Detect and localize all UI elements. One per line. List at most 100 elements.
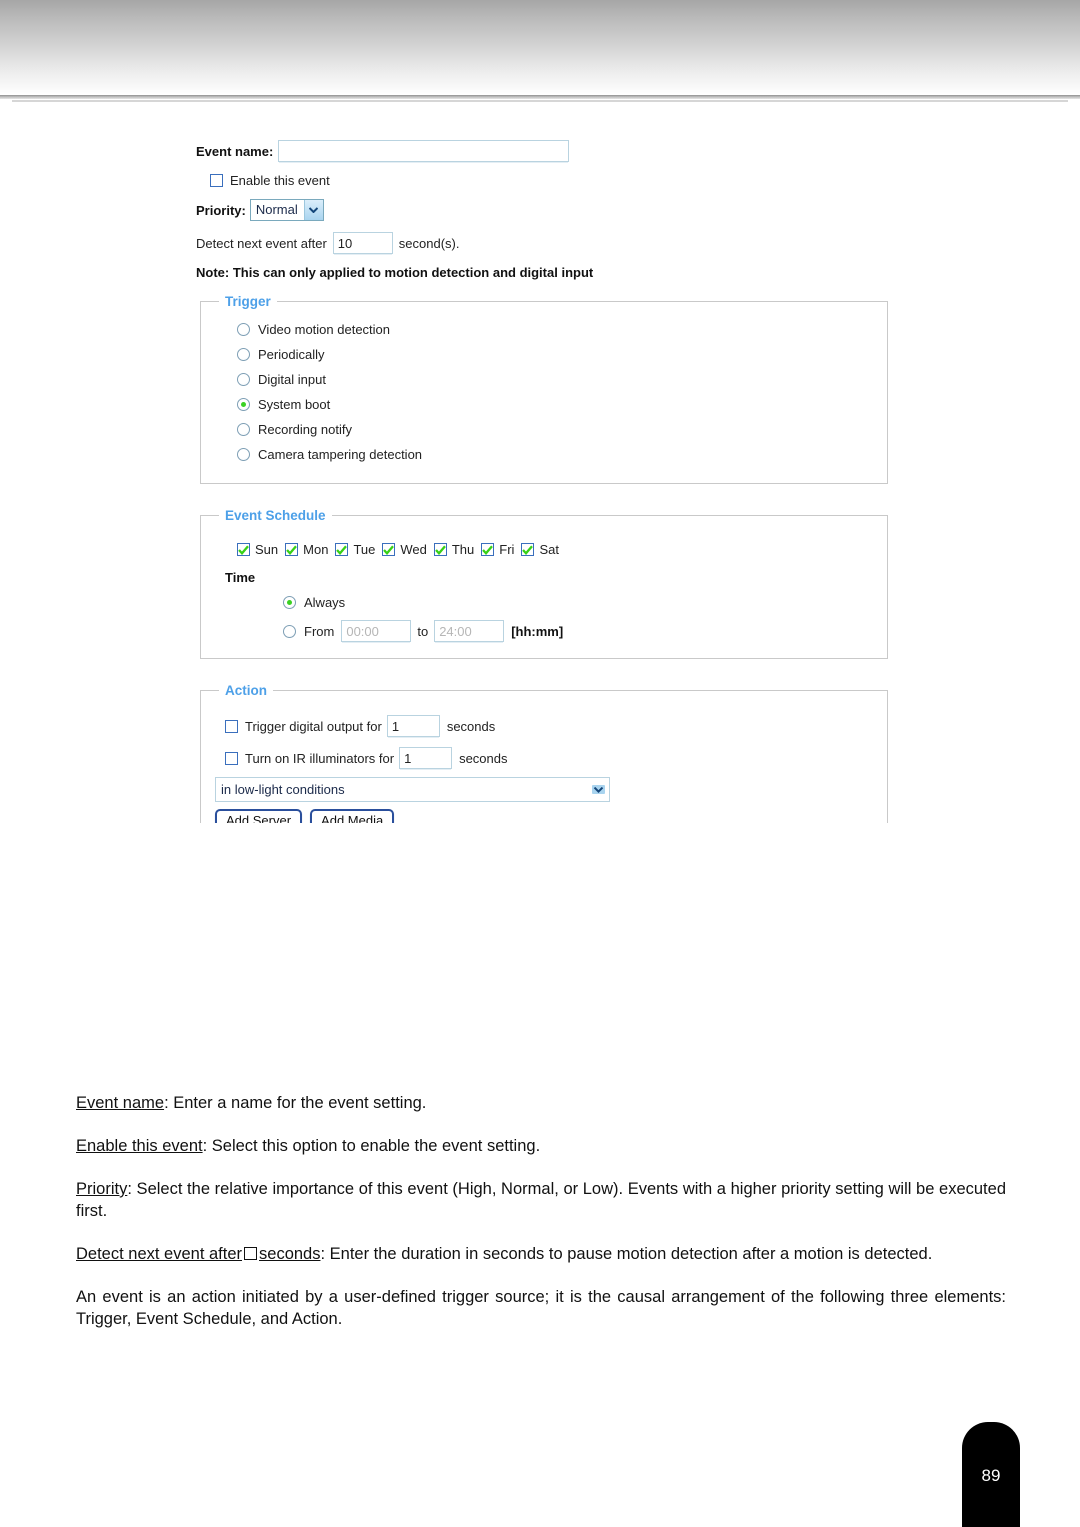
from-label: From [304, 623, 335, 639]
trigger-option-camera-tampering-detection[interactable]: Camera tampering detection [211, 442, 877, 467]
trigger-digital-output-suffix: seconds [446, 718, 496, 734]
trigger-digital-output-input[interactable]: 1 [386, 715, 440, 737]
page-header-rule [0, 95, 1080, 99]
schedule-days-row: Sun Mon Tue Wed Thu Fri Sat [211, 531, 877, 557]
paragraph-enable-this-event: Enable this event: Select this option to… [76, 1136, 1006, 1158]
action-buttons-row: Add Server Add Media [211, 802, 877, 823]
always-label: Always [304, 595, 346, 610]
chevron-down-icon [587, 778, 609, 801]
event-name-row: Event name: [196, 140, 902, 162]
trigger-option-digital-input[interactable]: Digital input [211, 367, 877, 392]
trigger-digital-output-checkbox[interactable] [225, 719, 238, 733]
paragraph-priority: Priority: Select the relative importance… [76, 1179, 1006, 1223]
settings-screenshot-figure: Event name: Enable this event Priority: … [196, 140, 902, 823]
trigger-panel: Trigger Video motion detection Periodica… [200, 294, 888, 484]
event-name-input[interactable] [278, 140, 570, 162]
page-header-rule-secondary [12, 100, 1068, 102]
trigger-option-system-boot[interactable]: System boot [211, 392, 877, 417]
trigger-option-video-motion-detection[interactable]: Video motion detection [211, 317, 877, 342]
day-label-fri: Fri [499, 542, 515, 557]
action-panel: Action Trigger digital output for 1 seco… [200, 683, 888, 823]
radio-icon[interactable] [237, 373, 250, 386]
day-label-sat: Sat [539, 542, 559, 557]
day-checkbox-sun[interactable] [237, 543, 250, 556]
day-checkbox-mon[interactable] [285, 543, 299, 556]
day-checkbox-wed[interactable] [382, 543, 396, 556]
paragraph-enable-this-event-text: : Select this option to enable the event… [202, 1136, 541, 1155]
day-checkbox-tue[interactable] [335, 543, 349, 556]
trigger-option-label: Video motion detection [258, 322, 391, 337]
day-label-sun: Sun [255, 542, 279, 557]
detect-next-event-prefix: Detect next event after [196, 235, 327, 251]
day-label-wed: Wed [400, 542, 427, 557]
trigger-option-recording-notify[interactable]: Recording notify [211, 417, 877, 442]
detect-next-event-suffix: second(s). [398, 235, 460, 251]
day-label-tue: Tue [353, 542, 376, 557]
priority-row: Priority: Normal [196, 199, 902, 221]
paragraph-priority-text: : Select the relative importance of this… [76, 1179, 1006, 1220]
page-header-band [0, 0, 1080, 95]
detect-next-event-input[interactable]: 10 [332, 232, 393, 254]
paragraph-detect-next-event-text: : Enter the duration in seconds to pause… [320, 1244, 933, 1263]
add-server-button[interactable]: Add Server [215, 809, 303, 823]
priority-select-value: Normal [255, 202, 298, 217]
paragraph-detect-next-event: Detect next event after seconds: Enter th… [76, 1244, 1006, 1266]
term-detect-next-event-a: Detect next event after [76, 1244, 243, 1263]
schedule-always-row[interactable]: Always [211, 585, 877, 610]
radio-icon[interactable] [237, 423, 250, 436]
enable-event-row: Enable this event [196, 173, 902, 188]
trigger-digital-output-row: Trigger digital output for 1 seconds [211, 706, 877, 737]
ir-illuminators-label: Turn on IR illuminators for [245, 750, 395, 766]
time-label: Time [225, 570, 256, 585]
event-schedule-legend: Event Schedule [225, 508, 326, 523]
trigger-option-periodically[interactable]: Periodically [211, 342, 877, 367]
detect-next-event-row: Detect next event after 10 second(s). [196, 232, 902, 254]
trigger-option-label: Periodically [258, 347, 325, 362]
detect-note: Note: This can only applied to motion de… [196, 265, 594, 280]
term-detect-next-event-group [242, 1245, 259, 1263]
ir-illuminators-input[interactable]: 1 [399, 747, 453, 769]
day-label-thu: Thu [451, 542, 475, 557]
term-event-name: Event name [76, 1094, 165, 1112]
term-enable-this-event: Enable this event [76, 1136, 203, 1155]
ir-illuminators-suffix: seconds [459, 750, 508, 766]
ir-condition-select-value: in low-light conditions [221, 782, 345, 797]
radio-icon[interactable] [283, 624, 296, 638]
day-checkbox-thu[interactable] [433, 543, 447, 556]
ir-illuminators-checkbox[interactable] [225, 751, 238, 765]
trigger-legend: Trigger [225, 294, 271, 309]
ir-condition-select[interactable]: in low-light conditions [215, 777, 610, 802]
enable-event-checkbox[interactable] [210, 174, 223, 187]
time-format-hint: [hh:mm] [511, 623, 564, 639]
paragraph-event-definition: An event is an action initiated by a use… [76, 1287, 1006, 1328]
trigger-digital-output-label: Trigger digital output for [245, 718, 382, 734]
page-number-tab: 89 [962, 1422, 1020, 1527]
day-label-mon: Mon [303, 542, 329, 557]
documentation-text: Event name: Enter a name for the event s… [76, 1093, 1006, 1352]
page-number: 89 [981, 1466, 1001, 1485]
radio-icon-selected[interactable] [283, 596, 296, 609]
term-priority: Priority [76, 1179, 128, 1198]
schedule-from-row: From 00:00 to 24:00 [hh:mm] [211, 610, 877, 642]
trigger-option-label: Digital input [258, 372, 326, 387]
trigger-option-label: Recording notify [258, 422, 352, 437]
action-panel-clip: Action Trigger digital output for 1 seco… [196, 683, 902, 823]
priority-select[interactable]: Normal [249, 199, 324, 221]
paragraph-event-name: Event name: Enter a name for the event s… [76, 1093, 1006, 1115]
radio-icon-selected[interactable] [237, 398, 250, 411]
event-name-label: Event name: [196, 143, 274, 159]
from-time-input[interactable]: 00:00 [341, 620, 412, 642]
action-legend: Action [225, 683, 267, 698]
day-checkbox-sat[interactable] [521, 543, 535, 556]
day-checkbox-fri[interactable] [481, 543, 495, 556]
add-media-button[interactable]: Add Media [310, 809, 395, 823]
to-label: to [417, 623, 429, 639]
term-detect-next-event-b: seconds [259, 1244, 321, 1263]
enable-event-label: Enable this event [230, 173, 330, 188]
paragraph-event-name-text: : Enter a name for the event setting. [164, 1094, 427, 1112]
radio-icon[interactable] [237, 348, 250, 361]
radio-icon[interactable] [237, 323, 250, 336]
ir-illuminators-row: Turn on IR illuminators for 1 seconds [211, 737, 877, 769]
radio-icon[interactable] [237, 448, 250, 461]
to-time-input[interactable]: 24:00 [434, 620, 505, 642]
